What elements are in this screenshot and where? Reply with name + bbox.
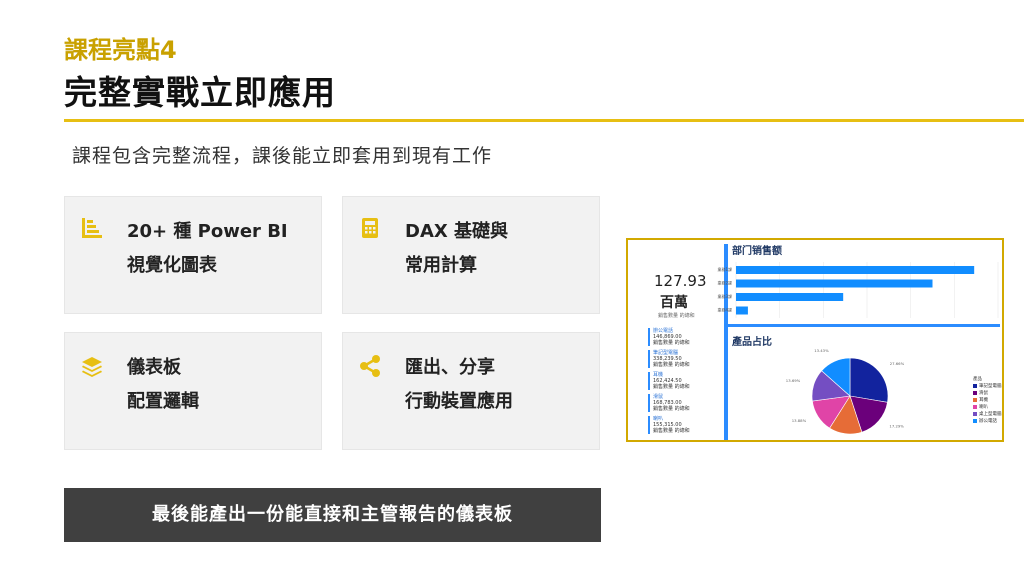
dashboard-charts: 業務1課業務2課業務3課業務4課27.66%17.29%14.05%13.88%… <box>717 262 999 440</box>
bar-chart-icon <box>82 218 102 238</box>
pie-data-label: 13.88% <box>792 418 807 423</box>
feature-card-share: 匯出、分享 行動裝置應用 <box>342 332 600 450</box>
pie-slice <box>849 357 889 403</box>
bar-category-label: 業務4課 <box>717 307 732 313</box>
dashboard-preview: 127.93 百萬 銷售數量 的總和 辦公電話 146,869.00 銷售數量 的總… <box>626 238 1004 442</box>
pie-data-label: 27.66% <box>890 361 905 366</box>
legend-label: 辦公電話 <box>979 419 997 424</box>
title-divider <box>64 119 1024 122</box>
feature-card-dashboard: 儀表板 配置邏輯 <box>64 332 322 450</box>
legend-swatch <box>973 383 977 388</box>
bar-category-label: 業務1課 <box>717 266 732 272</box>
feature-card-dax: DAX 基礎與 常用計算 <box>342 196 600 314</box>
feature-label: DAX 基礎與 常用計算 <box>405 221 509 276</box>
legend-item: 喇叭 <box>973 404 1002 411</box>
page-title: 完整實戰立即應用 <box>64 73 336 112</box>
legend-swatch <box>973 418 977 423</box>
legend-title: 產品 <box>973 377 982 382</box>
legend-item: 滑鼠 <box>973 390 1002 397</box>
legend-label: 桌上型電腦 <box>979 412 1002 417</box>
feature-label: 匯出、分享 行動裝置應用 <box>405 357 513 412</box>
pie-data-label: 13.43% <box>814 348 829 353</box>
legend-swatch <box>973 404 977 409</box>
pie-data-label: 13.69% <box>786 378 801 383</box>
legend-label: 耳機 <box>979 398 988 403</box>
result-banner: 最後能產出一份能直接和主管報告的儀表板 <box>64 488 601 542</box>
bar <box>736 266 975 274</box>
legend-item: 辦公電話 <box>973 418 1002 425</box>
layers-icon <box>82 357 102 377</box>
legend-swatch <box>973 411 977 416</box>
bar-category-label: 業務2課 <box>717 280 732 286</box>
legend-swatch <box>973 390 977 395</box>
calculator-icon <box>362 218 378 238</box>
legend-item: 筆記型電腦 <box>973 383 1002 390</box>
pie-legend: 產品筆記型電腦滑鼠耳機喇叭桌上型電腦辦公電話 <box>973 376 1002 425</box>
legend-label: 喇叭 <box>979 405 988 410</box>
legend-label: 筆記型電腦 <box>979 384 1002 389</box>
feature-card-visuals: 20+ 種 Power BI 視覺化圖表 <box>64 196 322 314</box>
pie-data-label: 17.29% <box>889 423 904 428</box>
bar-category-label: 業務3課 <box>717 293 732 299</box>
feature-label: 20+ 種 Power BI 視覺化圖表 <box>127 221 288 276</box>
legend-swatch <box>973 397 977 402</box>
bar <box>736 293 844 301</box>
bar <box>736 279 933 288</box>
page-description: 課程包含完整流程，課後能立即套用到現有工作 <box>72 145 493 167</box>
legend-item: 桌上型電腦 <box>973 411 1002 418</box>
bar <box>736 306 748 315</box>
feature-label: 儀表板 配置邏輯 <box>127 357 199 412</box>
legend-label: 滑鼠 <box>979 391 988 396</box>
legend-item: 耳機 <box>973 397 1002 404</box>
section-subtitle: 課程亮點4 <box>64 36 177 64</box>
share-icon <box>360 355 380 377</box>
